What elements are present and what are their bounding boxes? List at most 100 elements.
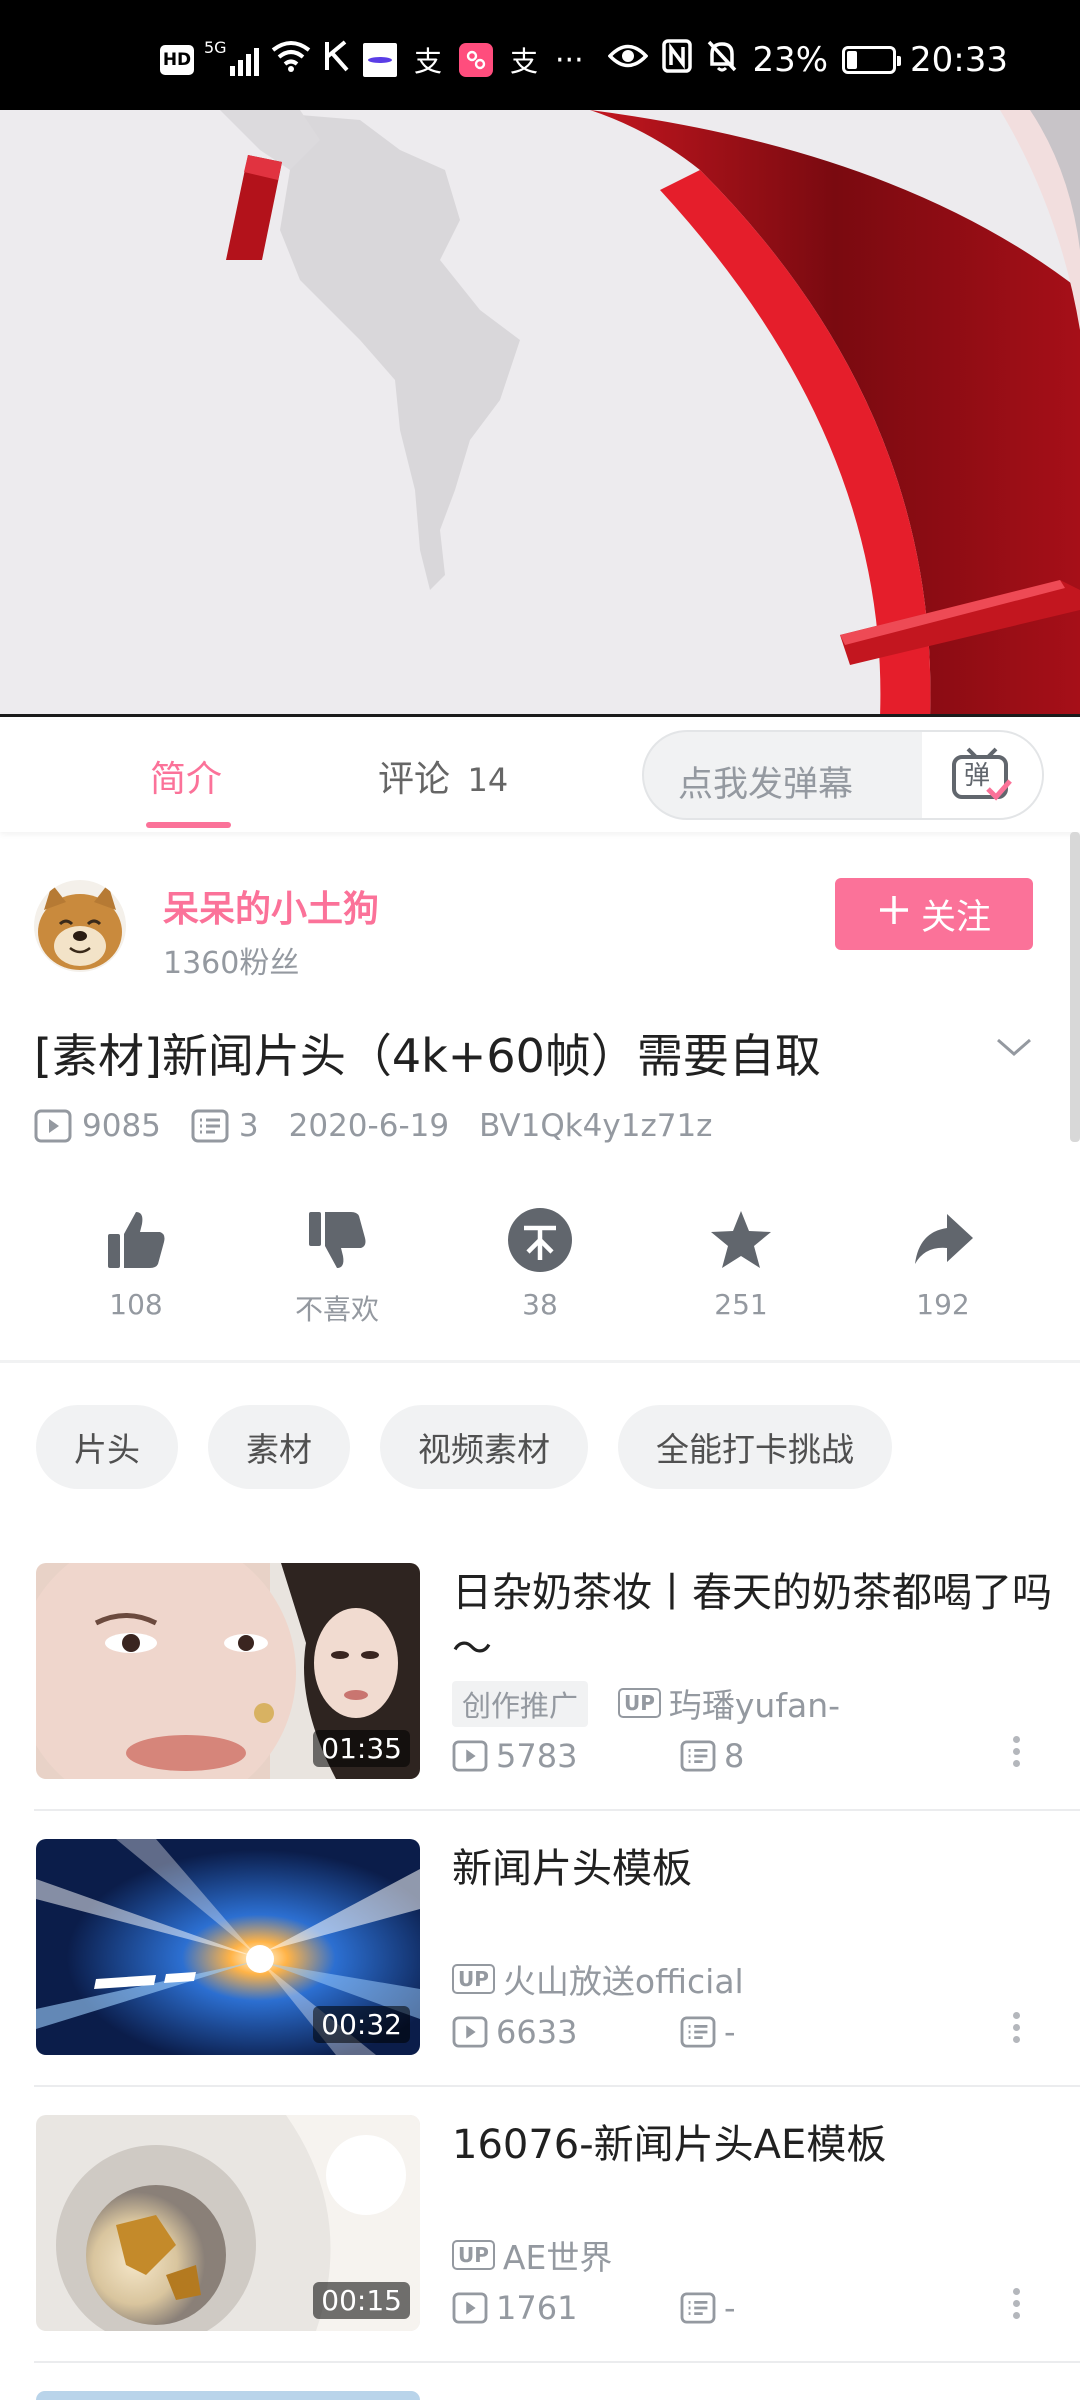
danmaku-input[interactable]: 点我发弹幕 弹 bbox=[642, 730, 1044, 820]
section-divider bbox=[0, 1360, 1080, 1363]
publish-date: 2020-6-19 bbox=[288, 1108, 450, 1144]
tag-list: 片头 素材 视频素材 全能打卡挑战 bbox=[36, 1405, 892, 1489]
uploader-name[interactable]: 呆呆的小土狗 bbox=[163, 880, 379, 932]
coin-button[interactable]: 38 bbox=[460, 1200, 620, 1321]
related-danmaku-count: - bbox=[724, 2013, 736, 2051]
danmaku-toggle-button[interactable]: 弹 bbox=[922, 732, 1042, 818]
tag-chip[interactable]: 全能打卡挑战 bbox=[618, 1405, 892, 1489]
more-options-icon[interactable] bbox=[1008, 2283, 1024, 2329]
app-notification-icon bbox=[363, 43, 397, 77]
more-options-icon[interactable] bbox=[1008, 2007, 1024, 2053]
alipay-icon-2: 支 bbox=[509, 45, 538, 78]
coin-count: 38 bbox=[522, 1288, 558, 1321]
related-views: 5783 bbox=[452, 1737, 577, 1775]
related-thumbnail[interactable]: 01:35 bbox=[36, 1563, 420, 1779]
danmaku-count-icon bbox=[680, 2292, 716, 2324]
related-video-item[interactable]: 01:35 日杂奶茶妆丨春天的奶茶都喝了吗～ 创作推广 UP 玙璠yufan- … bbox=[0, 1563, 1080, 1839]
list-divider bbox=[34, 1809, 1080, 1811]
like-button[interactable]: 108 bbox=[56, 1200, 216, 1321]
more-notifications-icon: ··· bbox=[555, 42, 584, 78]
thumbs-up-icon bbox=[56, 1200, 216, 1280]
danmaku-count-icon bbox=[191, 1109, 229, 1143]
related-uploader-name: 玙璠yufan- bbox=[668, 1686, 841, 1725]
favorite-button[interactable]: 251 bbox=[661, 1200, 821, 1321]
danmaku-count-icon bbox=[680, 1740, 716, 1772]
dislike-label: 不喜欢 bbox=[294, 1293, 379, 1326]
active-tab-indicator bbox=[146, 822, 231, 828]
related-view-count: 6633 bbox=[496, 2013, 578, 2051]
uploader-avatar[interactable] bbox=[34, 880, 126, 972]
status-bar-left: HD 5G 支 支 ··· bbox=[160, 38, 584, 80]
related-thumbnail[interactable]: 00:32 bbox=[36, 1839, 420, 2055]
video-frame-news-globe bbox=[0, 110, 1080, 714]
hd-voice-icon: HD bbox=[160, 45, 194, 75]
tab-comments-count: 14 bbox=[467, 761, 509, 799]
danmaku-count-icon bbox=[680, 2016, 716, 2048]
coin-icon bbox=[460, 1200, 620, 1280]
bv-id: BV1Qk4y1z71z bbox=[479, 1108, 713, 1144]
related-thumbnail-partial[interactable] bbox=[36, 2391, 420, 2400]
status-bar-right: 23% 20:33 bbox=[608, 38, 1008, 82]
play-count-icon bbox=[34, 1109, 72, 1143]
more-options-icon[interactable] bbox=[1008, 1731, 1024, 1777]
tag-chip[interactable]: 片头 bbox=[36, 1405, 178, 1489]
uploader-fans: 1360粉丝 bbox=[163, 946, 300, 981]
up-badge-icon: UP bbox=[452, 2240, 495, 2270]
tag-chip[interactable]: 视频素材 bbox=[380, 1405, 588, 1489]
cellular-signal-icon: 5G bbox=[204, 38, 259, 76]
video-player[interactable] bbox=[0, 110, 1080, 717]
promotion-badge: 创作推广 bbox=[452, 1681, 589, 1727]
play-count-icon bbox=[452, 2016, 488, 2048]
battery-icon bbox=[842, 46, 902, 74]
scrollbar[interactable] bbox=[1070, 832, 1080, 1142]
related-video-item[interactable]: 00:15 16076-新闻片头AE模板 UP AE世界 1761 - bbox=[0, 2115, 1080, 2391]
tab-comments[interactable]: 评论 14 bbox=[378, 750, 508, 802]
related-stats: 1761 - bbox=[452, 2289, 1052, 2329]
related-uploader[interactable]: UP AE世界 bbox=[452, 2233, 612, 2277]
related-uploader[interactable]: UP 火山放送official bbox=[452, 1957, 744, 2001]
up-badge-icon: UP bbox=[452, 1964, 495, 1994]
tag-chip[interactable]: 素材 bbox=[208, 1405, 350, 1489]
danmaku-count: 3 bbox=[238, 1108, 259, 1144]
dislike-button[interactable]: 不喜欢 bbox=[257, 1200, 417, 1328]
battery-fill bbox=[847, 51, 858, 69]
list-divider bbox=[34, 2361, 1080, 2363]
related-thumbnail[interactable]: 00:15 bbox=[36, 2115, 420, 2331]
follow-button[interactable]: 关注 bbox=[835, 878, 1033, 950]
video-duration: 01:35 bbox=[313, 1730, 410, 1767]
related-title[interactable]: 日杂奶茶妆丨春天的奶茶都喝了吗～ bbox=[452, 1565, 1052, 1677]
related-stats: 6633 - bbox=[452, 2013, 1052, 2053]
play-count-icon bbox=[452, 1740, 488, 1772]
chevron-down-icon[interactable] bbox=[996, 1030, 1032, 1066]
video-title: [素材]新闻片头（4k+60帧）需要自取 bbox=[34, 1029, 821, 1083]
favorite-count: 251 bbox=[714, 1288, 768, 1321]
tab-comments-label: 评论 bbox=[378, 759, 451, 800]
related-danmaku: 8 bbox=[680, 1737, 744, 1775]
action-bar: 108 不喜欢 38 251 192 bbox=[0, 1200, 1080, 1335]
related-video-item[interactable]: 00:32 新闻片头模板 UP 火山放送official 6633 - bbox=[0, 1839, 1080, 2115]
tab-intro[interactable]: 简介 bbox=[150, 750, 222, 802]
related-danmaku-count: - bbox=[724, 2289, 736, 2327]
related-danmaku: - bbox=[680, 2289, 736, 2327]
related-uploader-name: AE世界 bbox=[502, 2238, 613, 2277]
related-danmaku-count: 8 bbox=[724, 1737, 745, 1775]
mute-bell-icon bbox=[706, 39, 738, 82]
plus-icon bbox=[877, 893, 911, 936]
related-title[interactable]: 新闻片头模板 bbox=[452, 1841, 1052, 1897]
video-duration: 00:15 bbox=[313, 2282, 410, 2319]
related-title[interactable]: 16076-新闻片头AE模板 bbox=[452, 2117, 1052, 2173]
related-danmaku: - bbox=[680, 2013, 736, 2051]
danmaku-icon: 弹 bbox=[950, 745, 1014, 805]
status-bar: HD 5G 支 支 ··· 23% 20:33 bbox=[0, 0, 1080, 110]
danmaku-icon-char: 弹 bbox=[964, 761, 991, 791]
video-duration: 00:32 bbox=[313, 2006, 410, 2043]
related-view-count: 5783 bbox=[496, 1737, 578, 1775]
up-badge-icon: UP bbox=[618, 1688, 661, 1718]
share-count: 192 bbox=[916, 1288, 970, 1321]
related-uploader[interactable]: UP 玙璠yufan- bbox=[618, 1681, 840, 1725]
thumbs-down-icon bbox=[257, 1200, 417, 1280]
related-views: 6633 bbox=[452, 2013, 577, 2051]
share-button[interactable]: 192 bbox=[863, 1200, 1023, 1321]
network-type-label: 5G bbox=[204, 38, 227, 57]
k-app-icon bbox=[323, 40, 351, 80]
